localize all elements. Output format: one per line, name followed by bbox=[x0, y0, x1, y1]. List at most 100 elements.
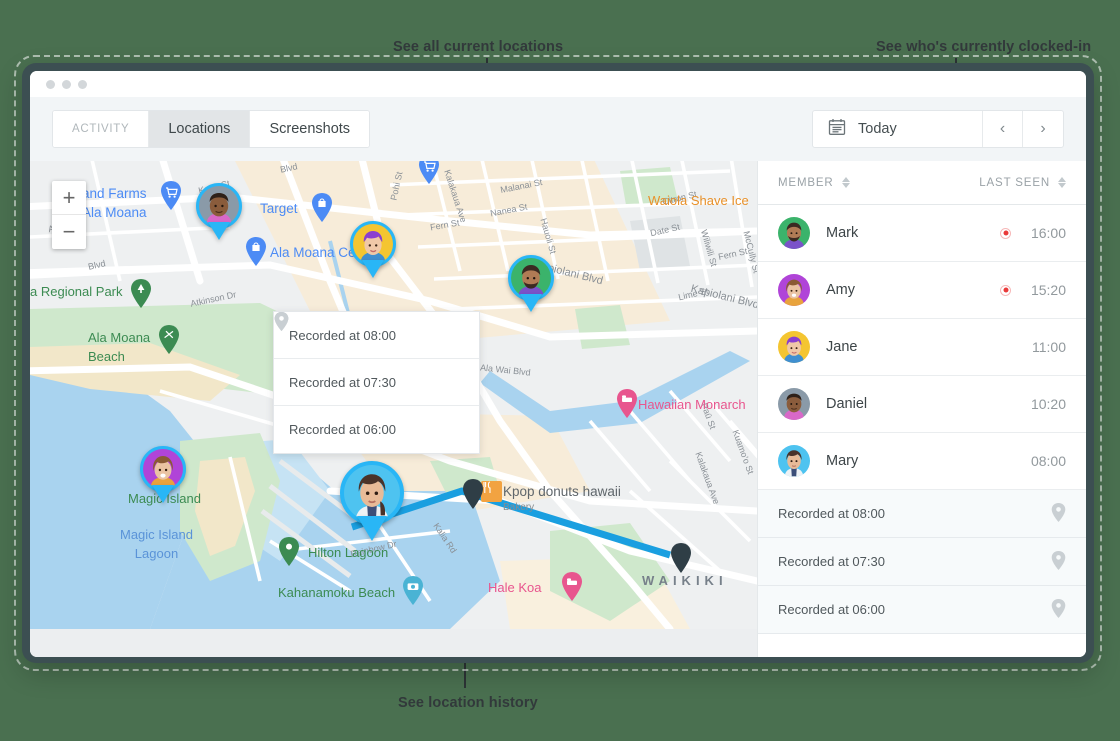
window-close-dot[interactable] bbox=[46, 80, 55, 89]
poi-icon-restaurant bbox=[481, 481, 502, 502]
history-label: Recorded at 07:30 bbox=[778, 554, 885, 569]
member-name: Daniel bbox=[826, 396, 867, 412]
map-pin-jane[interactable] bbox=[350, 221, 396, 278]
map-pin-daniel[interactable] bbox=[196, 183, 242, 240]
annotation-current-locations: See all current locations bbox=[393, 39, 563, 55]
map-history-pin-2[interactable] bbox=[670, 543, 692, 573]
tab-activity[interactable]: ACTIVITY bbox=[53, 111, 149, 147]
member-status: 08:00 bbox=[1022, 453, 1066, 469]
member-identity: Daniel bbox=[778, 388, 867, 420]
member-row-daniel[interactable]: Daniel 10:20 bbox=[758, 376, 1086, 433]
member-status: 16:00 bbox=[1000, 225, 1066, 241]
poi-pin-hale-koa bbox=[561, 572, 583, 601]
member-identity: Mark bbox=[778, 217, 858, 249]
member-name: Jane bbox=[826, 339, 857, 355]
member-last-seen: 11:00 bbox=[1022, 339, 1066, 355]
member-row-mary[interactable]: Mary 08:00 bbox=[758, 433, 1086, 490]
poi-pin-kahanamoku-camera bbox=[402, 576, 424, 605]
poi-pin-park bbox=[130, 279, 152, 308]
locations-map[interactable]: Kona St Blvd Pohi St Kalakaua Ave Malana… bbox=[30, 161, 757, 657]
app-window: ACTIVITY Locations Screenshots bbox=[30, 71, 1086, 657]
avatar bbox=[778, 274, 810, 306]
popup-history-label: Recorded at 08:00 bbox=[289, 328, 396, 343]
member-row-jane[interactable]: Jane 11:00 bbox=[758, 319, 1086, 376]
avatar bbox=[778, 331, 810, 363]
poi-pin-hilton-lagoon bbox=[278, 537, 300, 566]
member-last-seen: 16:00 bbox=[1022, 225, 1066, 241]
popup-history-row[interactable]: Recorded at 08:00 bbox=[274, 312, 479, 359]
app-content: Kona St Blvd Pohi St Kalakaua Ave Malana… bbox=[30, 161, 1086, 657]
member-last-seen: 08:00 bbox=[1022, 453, 1066, 469]
member-row-mark[interactable]: Mark 16:00 bbox=[758, 205, 1086, 262]
member-status: 15:20 bbox=[1000, 282, 1066, 298]
map-zoom-out-button[interactable]: − bbox=[52, 215, 86, 249]
clocked-in-indicator-icon bbox=[1000, 228, 1011, 239]
pin-tail bbox=[362, 260, 384, 278]
date-prev-button[interactable]: ‹ bbox=[983, 111, 1023, 147]
pin-tail bbox=[520, 294, 542, 312]
poi-pin-shopping bbox=[160, 181, 182, 210]
member-name: Mark bbox=[826, 225, 858, 241]
history-label: Recorded at 06:00 bbox=[778, 602, 885, 617]
tab-locations[interactable]: Locations bbox=[149, 111, 250, 147]
map-pin-icon bbox=[1051, 599, 1066, 621]
annotation-clocked-in: See who's currently clocked-in bbox=[876, 39, 1091, 55]
column-header-last-seen-label: LAST SEEN bbox=[979, 177, 1050, 189]
popup-history-row[interactable]: Recorded at 06:00 bbox=[274, 406, 479, 453]
member-status: 10:20 bbox=[1022, 396, 1066, 412]
pin-tail bbox=[357, 516, 387, 541]
member-last-seen: 15:20 bbox=[1022, 282, 1066, 298]
sort-arrows-icon[interactable] bbox=[1058, 177, 1066, 188]
history-row-0800[interactable]: Recorded at 08:00 bbox=[758, 490, 1086, 538]
view-tabs: ACTIVITY Locations Screenshots bbox=[52, 110, 370, 148]
map-pin-icon bbox=[1051, 503, 1066, 525]
member-identity: Jane bbox=[778, 331, 857, 363]
popup-history-label: Recorded at 06:00 bbox=[289, 422, 396, 437]
column-header-last-seen[interactable]: LAST SEEN bbox=[979, 177, 1066, 189]
map-pin-mark[interactable] bbox=[508, 255, 554, 312]
history-row-0730[interactable]: Recorded at 07:30 bbox=[758, 538, 1086, 586]
popup-history-row[interactable]: Recorded at 07:30 bbox=[274, 359, 479, 406]
date-label: Today bbox=[858, 121, 897, 137]
history-row-0600[interactable]: Recorded at 06:00 bbox=[758, 586, 1086, 634]
members-panel: MEMBER LAST SEEN bbox=[757, 161, 1086, 657]
browser-window-frame: ACTIVITY Locations Screenshots bbox=[22, 63, 1094, 663]
popup-history-label: Recorded at 07:30 bbox=[289, 375, 396, 390]
date-selector: Today ‹ › bbox=[812, 110, 1064, 148]
map-history-pin-1[interactable] bbox=[462, 479, 484, 509]
avatar bbox=[778, 388, 810, 420]
map-pin-mary-selected[interactable] bbox=[340, 461, 404, 541]
annotation-location-history: See location history bbox=[398, 695, 538, 711]
pin-tail bbox=[208, 222, 230, 240]
member-name: Amy bbox=[826, 282, 855, 298]
column-header-member[interactable]: MEMBER bbox=[778, 177, 850, 189]
screenshot-root: See all current locations See who's curr… bbox=[0, 0, 1120, 741]
map-zoom-controls: + − bbox=[52, 181, 86, 249]
member-identity: Amy bbox=[778, 274, 855, 306]
poi-pin-ala-moana-center bbox=[245, 237, 267, 266]
poi-pin-beach bbox=[158, 325, 180, 354]
member-last-seen: 10:20 bbox=[1022, 396, 1066, 412]
member-row-amy[interactable]: Amy 15:20 bbox=[758, 262, 1086, 319]
window-minimize-dot[interactable] bbox=[62, 80, 71, 89]
poi-pin-hotel-monarch bbox=[616, 389, 638, 418]
app-toolbar: ACTIVITY Locations Screenshots bbox=[30, 97, 1086, 161]
location-history-popup: Recorded at 08:00 Recorded at 07:30 bbox=[273, 311, 480, 454]
sort-arrows-icon[interactable] bbox=[842, 177, 850, 188]
member-status: 11:00 bbox=[1022, 339, 1066, 355]
column-header-member-label: MEMBER bbox=[778, 177, 834, 189]
history-label: Recorded at 08:00 bbox=[778, 506, 885, 521]
date-next-button[interactable]: › bbox=[1023, 111, 1063, 147]
calendar-icon bbox=[827, 117, 847, 141]
map-pin-amy[interactable] bbox=[140, 446, 186, 503]
tab-screenshots[interactable]: Screenshots bbox=[250, 111, 369, 147]
map-pin-icon bbox=[1051, 551, 1066, 573]
member-name: Mary bbox=[826, 453, 858, 469]
member-identity: Mary bbox=[778, 445, 858, 477]
window-maximize-dot[interactable] bbox=[78, 80, 87, 89]
window-titlebar bbox=[30, 71, 1086, 97]
clocked-in-indicator-icon bbox=[1000, 285, 1011, 296]
map-zoom-in-button[interactable]: + bbox=[52, 181, 86, 215]
date-today-button[interactable]: Today bbox=[813, 111, 983, 147]
pin-tail bbox=[152, 485, 174, 503]
